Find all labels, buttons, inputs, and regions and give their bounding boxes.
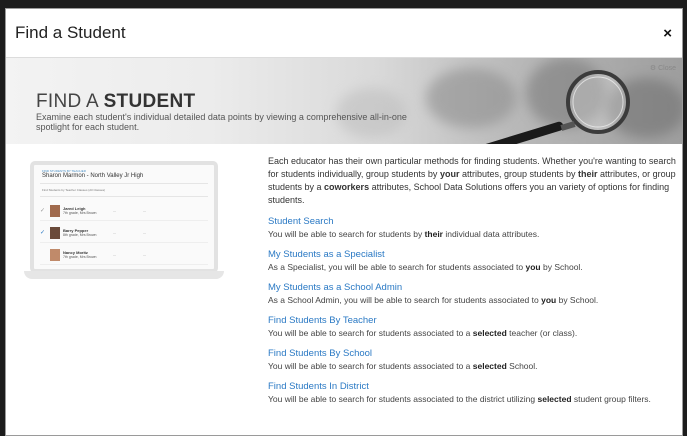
preview-header: FIND STUDENTS BY TEACHER <box>42 169 86 173</box>
preview-row: Nancy Moritz 7th grade, Mrs Brown — — <box>40 245 208 265</box>
hero-title-b: STUDENT <box>103 91 196 112</box>
preview-avatar <box>50 226 60 239</box>
section-description: You will be able to search for students … <box>268 361 538 371</box>
preview-check: ✓ <box>40 230 46 236</box>
in-district-link[interactable]: Find Students In District <box>268 380 678 393</box>
modal-title: Find a Student <box>15 23 126 42</box>
preview-row: ✓ Jared Leigh 7th grade, Mrs Brown — — <box>40 201 208 221</box>
preview-filter: Find Students by Teacher Classes (All Cl… <box>42 188 106 192</box>
hero-title-a: FIND A <box>36 91 104 112</box>
section-school-admin: My Students as a School Admin As a Schoo… <box>268 281 678 306</box>
preview-meta: 7th grade, Mrs Brown <box>63 255 97 259</box>
hero-close-link[interactable]: ⚙ Close <box>650 64 676 72</box>
preview-teacher: Sharon Marmon - North Valley Jr High <box>42 173 144 179</box>
preview-info: Nancy Moritz 7th grade, Mrs Brown <box>63 250 113 259</box>
laptop-base <box>24 271 224 279</box>
specialist-link[interactable]: My Students as a Specialist <box>268 248 678 261</box>
modal-header: Find a Student × <box>6 9 682 58</box>
section-description: You will be able to search for students … <box>268 394 651 404</box>
hero-subtitle: Examine each student's individual detail… <box>36 112 407 132</box>
preview-avatar <box>50 248 60 261</box>
laptop-screen: FIND STUDENTS BY TEACHER Sharon Marmon -… <box>30 161 218 273</box>
section-description: As a School Admin, you will be able to s… <box>268 295 599 305</box>
preview-row: ✓ Barry Pepper 8th grade, Mrs Brown — — <box>40 223 208 243</box>
section-description: As a Specialist, you will be able to sea… <box>268 262 583 272</box>
section-description: You will be able to search for students … <box>268 229 540 239</box>
hero-close-label: Close <box>658 65 676 72</box>
preview-avatar <box>50 204 60 217</box>
content-panel: Each educator has their own particular m… <box>268 155 678 413</box>
hero-title: FIND A STUDENT <box>36 91 195 113</box>
preview-meta: 7th grade, Mrs Brown <box>63 211 97 215</box>
school-admin-link[interactable]: My Students as a School Admin <box>268 281 678 294</box>
laptop-preview-image: FIND STUDENTS BY TEACHER Sharon Marmon -… <box>24 161 224 285</box>
student-search-link[interactable]: Student Search <box>268 215 678 228</box>
close-icon[interactable]: × <box>663 25 672 42</box>
section-in-district: Find Students In District You will be ab… <box>268 380 678 405</box>
section-specialist: My Students as a Specialist As a Special… <box>268 248 678 273</box>
find-student-modal: Find a Student × ⚙ Close FIND A STUDENT … <box>5 8 683 436</box>
preview-info: Jared Leigh 7th grade, Mrs Brown <box>63 206 113 215</box>
section-description: You will be able to search for students … <box>268 328 578 338</box>
section-by-school: Find Students By School You will be able… <box>268 347 678 372</box>
preview-check: ✓ <box>40 208 46 214</box>
by-teacher-link[interactable]: Find Students By Teacher <box>268 314 678 327</box>
section-student-search: Student Search You will be able to searc… <box>268 215 678 240</box>
preview-info: Barry Pepper 8th grade, Mrs Brown <box>63 228 113 237</box>
intro-text: Each educator has their own particular m… <box>268 156 676 205</box>
hero-banner: ⚙ Close FIND A STUDENT Examine each stud… <box>6 58 682 144</box>
section-by-teacher: Find Students By Teacher You will be abl… <box>268 314 678 339</box>
preview-meta: 8th grade, Mrs Brown <box>63 233 97 237</box>
by-school-link[interactable]: Find Students By School <box>268 347 678 360</box>
magnifying-glass-icon <box>474 70 630 144</box>
